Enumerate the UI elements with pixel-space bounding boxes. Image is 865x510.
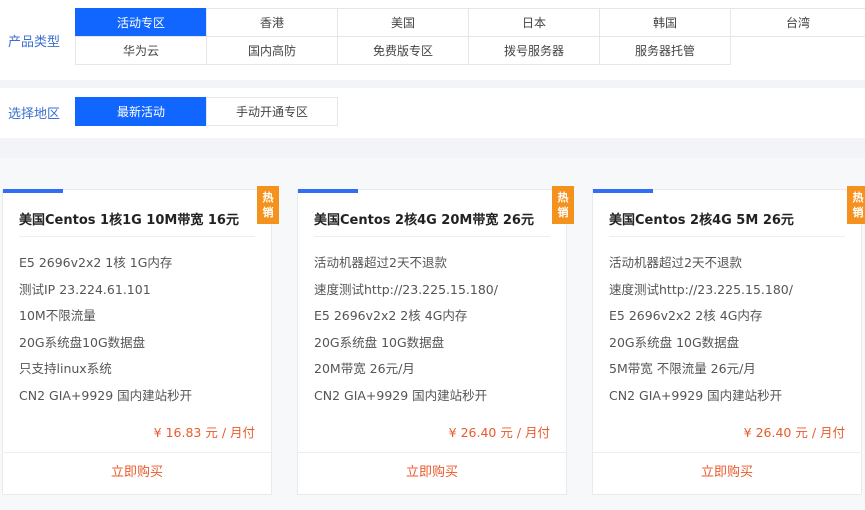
product-type-tab[interactable]: 国内高防 [206, 36, 338, 65]
product-cards-area: 热销美国Centos 1核1G 10M带宽 16元 E5 2696v2x2 1核 … [0, 158, 865, 510]
spec-item: 20G系统盘 10G数据盘 [314, 334, 445, 350]
section-gap [0, 138, 865, 158]
hot-sale-badge: 热销 [552, 186, 574, 224]
card-title: 美国Centos 2核4G 5M 26元 [609, 213, 794, 228]
region-tabs: 最新活动 手动开通专区 [75, 97, 346, 126]
card-accent-bar [3, 189, 63, 193]
product-type-tab[interactable]: 活动专区 [75, 8, 207, 37]
product-type-tab[interactable]: 日本 [468, 8, 600, 37]
spec-item: 速度测试http://23.225.15.180/ [314, 281, 498, 297]
spec-item: E5 2696v2x2 2核 4G内存 [314, 308, 468, 323]
spec-item: CN2 GIA+9929 国内建站秒开 [609, 387, 783, 403]
spec-item: 10M不限流量 [19, 308, 96, 323]
product-card: 热销美国Centos 1核1G 10M带宽 16元 E5 2696v2x2 1核 … [2, 186, 279, 495]
product-type-tab[interactable]: 台湾 [730, 8, 865, 37]
region-tab[interactable]: 最新活动 [75, 97, 207, 126]
product-type-tab[interactable]: 香港 [206, 8, 338, 37]
spec-list: 活动机器超过2天不退款速度测试http://23.225.15.180/E5 2… [609, 250, 845, 409]
spec-item: 20G系统盘10G数据盘 [19, 334, 146, 350]
product-type-tab[interactable]: 服务器托管 [599, 36, 731, 65]
spec-item: 只支持linux系统 [19, 361, 112, 376]
spec-item: 活动机器超过2天不退款 [314, 255, 447, 270]
card-divider [609, 236, 845, 237]
product-card: 热销美国Centos 2核4G 5M 26元 活动机器超过2天不退款速度测试htt… [592, 186, 865, 495]
product-type-tab[interactable]: 美国 [337, 8, 469, 37]
spec-item: 5M带宽 不限流量 26元/月 [609, 361, 756, 376]
product-card: 热销美国Centos 2核4G 20M带宽 26元 活动机器超过2天不退款速度测试… [297, 186, 574, 495]
product-type-tab[interactable]: 华为云 [75, 36, 207, 65]
spec-item: 速度测试http://23.225.15.180/ [609, 281, 793, 297]
price-label: ¥ 26.40 元 / 月付 [448, 425, 550, 440]
product-type-tab[interactable]: 拨号服务器 [468, 36, 600, 65]
spec-item: 20G系统盘 10G数据盘 [609, 334, 740, 350]
hot-sale-badge: 热销 [847, 186, 865, 224]
card-accent-bar [298, 189, 358, 193]
buy-now-button[interactable]: 立即购买 [3, 452, 271, 494]
spec-item: 测试IP 23.224.61.101 [19, 281, 151, 297]
hot-sale-badge: 热销 [257, 186, 279, 224]
price-label: ¥ 26.40 元 / 月付 [743, 425, 845, 440]
card-title: 美国Centos 1核1G 10M带宽 16元 [19, 213, 239, 228]
spec-item: E5 2696v2x2 2核 4G内存 [609, 308, 763, 323]
region-label: 选择地区 [8, 107, 61, 122]
spec-item: CN2 GIA+9929 国内建站秒开 [19, 387, 193, 403]
price-label: ¥ 16.83 元 / 月付 [153, 425, 255, 440]
region-tab[interactable]: 手动开通专区 [206, 97, 338, 126]
spec-list: 活动机器超过2天不退款速度测试http://23.225.15.180/E5 2… [314, 250, 550, 409]
card-divider [19, 236, 255, 237]
spec-list: E5 2696v2x2 1核 1G内存 测试IP 23.224.61.101 10M… [19, 250, 255, 409]
product-type-tab[interactable]: 韩国 [599, 8, 731, 37]
buy-now-button[interactable]: 立即购买 [593, 452, 861, 494]
buy-now-button[interactable]: 立即购买 [298, 452, 566, 494]
product-type-tabs: 活动专区 香港 美国 日本 韩国 台湾华为云 国内高防 免费版专区 拨号服务器 服务器托管 [75, 8, 865, 65]
card-accent-bar [593, 189, 653, 193]
spec-item: CN2 GIA+9929 国内建站秒开 [314, 387, 488, 403]
section-gap [0, 80, 865, 88]
spec-item: E5 2696v2x2 1核 1G内存 [19, 255, 173, 270]
card-title: 美国Centos 2核4G 20M带宽 26元 [314, 213, 534, 228]
product-type-tab[interactable]: 免费版专区 [337, 36, 469, 65]
spec-item: 活动机器超过2天不退款 [609, 255, 742, 270]
card-divider [314, 236, 550, 237]
product-type-label: 产品类型 [8, 35, 61, 50]
spec-item: 20M带宽 26元/月 [314, 361, 415, 376]
